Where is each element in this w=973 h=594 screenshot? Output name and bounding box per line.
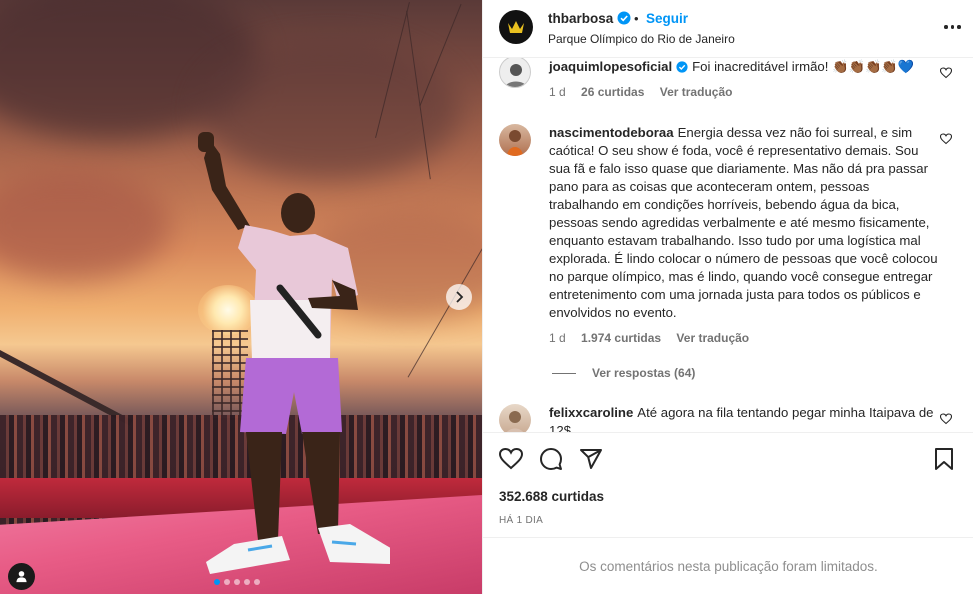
verified-badge-icon [676, 61, 688, 73]
carousel-dot [214, 579, 220, 585]
comment-meta: 1 d 1.974 curtidas Ver tradução [549, 331, 761, 345]
carousel-dot [224, 579, 230, 585]
author-username-row[interactable]: thbarbosa [548, 11, 631, 26]
comments-limited-notice: Os comentários nesta publicação foram li… [483, 537, 973, 594]
translate-link[interactable]: Ver tradução [660, 85, 733, 99]
commenter-avatar[interactable] [499, 124, 531, 156]
heart-icon[interactable] [940, 67, 952, 79]
comment-username[interactable]: felixxcaroline [549, 405, 633, 420]
view-replies-label[interactable]: Ver respostas (64) [592, 366, 695, 380]
commenter-avatar[interactable] [499, 404, 531, 432]
heart-icon[interactable] [940, 133, 952, 145]
carousel-dot [234, 579, 240, 585]
more-icon [957, 25, 961, 29]
chevron-right-icon [456, 291, 464, 303]
comment-time[interactable]: 1 d [549, 85, 566, 99]
tag-user-icon [16, 571, 27, 583]
comment-likes[interactable]: 1.974 curtidas [581, 331, 661, 345]
carousel-indicator [214, 579, 260, 585]
header-separator: • [634, 11, 639, 26]
share-icon[interactable] [579, 447, 603, 471]
view-replies-button[interactable]: Ver respostas (64) [552, 366, 695, 380]
carousel-next-button[interactable] [446, 284, 472, 310]
more-options-button[interactable] [944, 20, 964, 34]
avatar-photo [507, 411, 523, 432]
tagged-users-button[interactable] [8, 563, 35, 590]
post-location[interactable]: Parque Olímpico do Rio de Janeiro [548, 32, 735, 46]
comment-icon[interactable] [539, 447, 563, 471]
comment-likes[interactable]: 26 curtidas [581, 85, 644, 99]
heart-icon[interactable] [499, 447, 523, 471]
carousel-dot [244, 579, 250, 585]
post-actions: 352.688 curtidas HÁ 1 DIA [483, 432, 973, 537]
post-date[interactable]: HÁ 1 DIA [499, 515, 543, 526]
more-icon [944, 25, 948, 29]
comments-list[interactable]: joaquimlopesoficial Foi inacreditável irm… [483, 58, 973, 432]
comment-meta: 1 d 26 curtidas Ver tradução [549, 85, 744, 99]
comment-text: Energia dessa vez não foi surreal, e sim… [549, 125, 938, 320]
bookmark-icon[interactable] [933, 447, 955, 471]
comment-text-block: nascimentodeboraa Energia dessa vez não f… [549, 124, 939, 322]
author-avatar[interactable] [499, 10, 533, 44]
comment-username[interactable]: joaquimlopesoficial [549, 59, 672, 74]
avatar-photo [504, 64, 528, 87]
translate-link[interactable]: Ver tradução [676, 331, 749, 345]
post-sidebar: thbarbosa • Seguir Parque Olímpico do Ri… [482, 0, 973, 594]
replies-divider [552, 372, 576, 374]
heart-icon[interactable] [940, 413, 952, 425]
post-media[interactable] [0, 0, 482, 594]
post-header: thbarbosa • Seguir Parque Olímpico do Ri… [483, 0, 973, 58]
follow-button[interactable]: Seguir [646, 11, 688, 26]
more-icon [950, 25, 954, 29]
comment-text-block: joaquimlopesoficial Foi inacreditável irm… [549, 58, 939, 76]
author-username[interactable]: thbarbosa [548, 11, 613, 26]
comment-text-block: felixxcaroline Até agora na fila tentando… [549, 404, 939, 432]
cloud [0, 170, 170, 280]
avatar-photo [507, 130, 523, 156]
verified-badge-icon [617, 11, 631, 25]
crown-logo-icon [508, 21, 524, 33]
comments-limited-text: Os comentários nesta publicação foram li… [579, 558, 878, 574]
comment-text: Foi inacreditável irmão! 👏🏾👏🏾👏🏾👏🏾💙 [692, 59, 915, 74]
commenter-avatar[interactable] [499, 58, 531, 88]
comment-time[interactable]: 1 d [549, 331, 566, 345]
comment-username[interactable]: nascimentodeboraa [549, 125, 674, 140]
carousel-dot [254, 579, 260, 585]
likes-count[interactable]: 352.688 curtidas [499, 489, 604, 504]
performer-figure [198, 132, 390, 574]
